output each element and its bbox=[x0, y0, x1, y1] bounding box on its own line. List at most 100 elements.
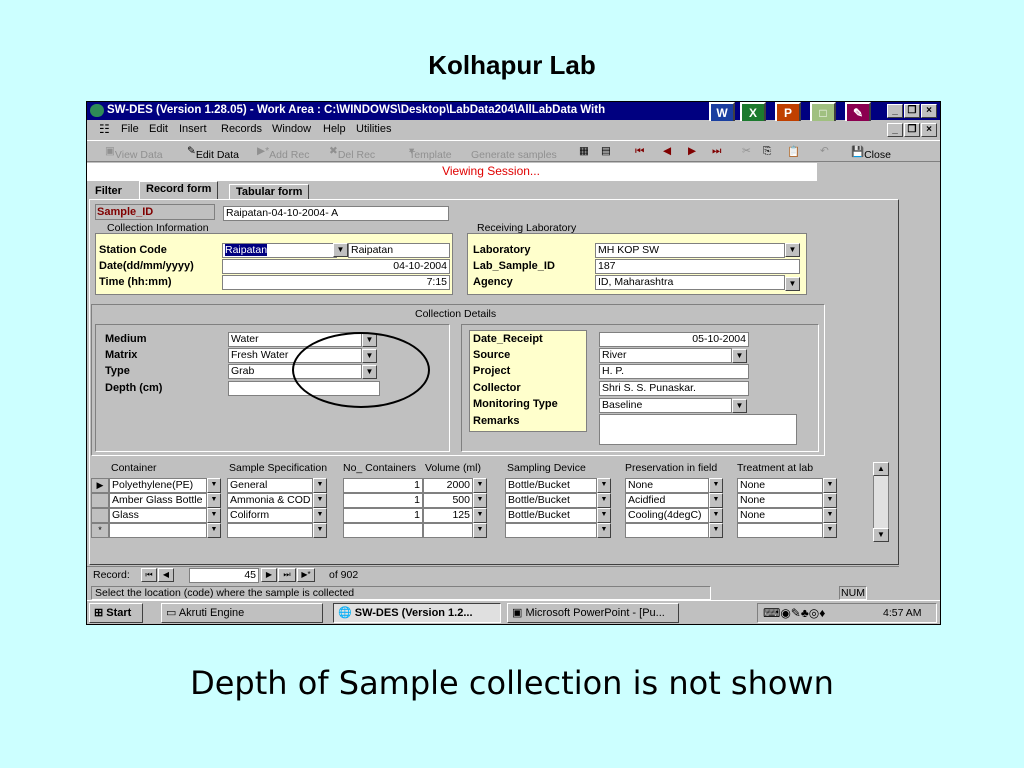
chevron-down-icon[interactable]: ▼ bbox=[597, 493, 611, 508]
source-dropdown-icon[interactable]: ▼ bbox=[732, 349, 747, 363]
chevron-down-icon[interactable]: ▼ bbox=[473, 478, 487, 493]
doc-minimize-icon[interactable]: _ bbox=[887, 123, 903, 137]
agency-field[interactable]: ID, Maharashtra bbox=[595, 275, 785, 290]
menu-insert[interactable]: Insert bbox=[179, 123, 207, 135]
grid-cell[interactable]: Bottle/Bucket bbox=[505, 493, 597, 508]
chevron-down-icon[interactable]: ▼ bbox=[597, 478, 611, 493]
source-field[interactable]: River bbox=[599, 348, 732, 363]
grid-cell[interactable]: None bbox=[737, 508, 823, 523]
view-data-button[interactable]: ▣ View Data bbox=[105, 145, 163, 161]
chevron-down-icon[interactable]: ▼ bbox=[207, 523, 221, 538]
station-code-field[interactable]: Raipatan bbox=[222, 243, 337, 258]
grid-cell[interactable] bbox=[227, 523, 313, 538]
close-icon[interactable]: × bbox=[921, 104, 937, 118]
grid-cell[interactable]: Glass bbox=[109, 508, 207, 523]
undo-icon[interactable]: ↶ bbox=[820, 145, 829, 157]
project-field[interactable]: H. P. bbox=[599, 364, 749, 379]
start-button[interactable]: ⊞ Start bbox=[89, 603, 143, 623]
chevron-down-icon[interactable]: ▼ bbox=[313, 493, 327, 508]
chevron-down-icon[interactable]: ▼ bbox=[709, 523, 723, 538]
copy-icon[interactable]: ⎘ bbox=[763, 145, 771, 158]
agency-dropdown-icon[interactable]: ▼ bbox=[785, 277, 800, 291]
grid-cell[interactable]: None bbox=[625, 478, 709, 493]
grid-cell[interactable]: Polyethylene(PE) bbox=[109, 478, 207, 493]
time-field[interactable]: 7:15 bbox=[222, 275, 450, 290]
grid-cell[interactable]: None bbox=[737, 493, 823, 508]
grid-cell[interactable]: 1 bbox=[343, 508, 423, 523]
chevron-down-icon[interactable]: ▼ bbox=[207, 508, 221, 523]
datasheet-view-icon[interactable]: ▤ bbox=[601, 145, 611, 157]
chevron-down-icon[interactable]: ▼ bbox=[823, 508, 837, 523]
cut-icon[interactable]: ✂ bbox=[742, 145, 751, 157]
grid-cell[interactable] bbox=[737, 523, 823, 538]
doc-restore-icon[interactable]: ❐ bbox=[904, 123, 920, 137]
grid-cell[interactable]: None bbox=[737, 478, 823, 493]
menu-file[interactable]: File bbox=[121, 123, 139, 135]
monitoring-type-field[interactable]: Baseline bbox=[599, 398, 732, 413]
chevron-down-icon[interactable]: ▼ bbox=[313, 478, 327, 493]
scroll-down-icon[interactable]: ▼ bbox=[873, 528, 889, 542]
paste-icon[interactable]: 📋 bbox=[787, 145, 800, 158]
edit-data-button[interactable]: ✎ Edit Data bbox=[187, 145, 239, 161]
next-record-icon[interactable]: ▶ bbox=[688, 145, 696, 157]
menu-window[interactable]: Window bbox=[272, 123, 311, 135]
grid-cell[interactable] bbox=[625, 523, 709, 538]
grid-cell[interactable]: 1 bbox=[343, 478, 423, 493]
chevron-down-icon[interactable]: ▼ bbox=[473, 508, 487, 523]
last-record-icon[interactable]: ⏭ bbox=[712, 145, 721, 158]
nav-new-icon[interactable]: ▶* bbox=[297, 568, 315, 582]
grid-cell[interactable]: 500 bbox=[423, 493, 473, 508]
row-selector[interactable]: ▶ bbox=[91, 478, 109, 493]
chevron-down-icon[interactable]: ▼ bbox=[823, 523, 837, 538]
chevron-down-icon[interactable]: ▼ bbox=[823, 493, 837, 508]
grid-cell[interactable] bbox=[505, 523, 597, 538]
chevron-down-icon[interactable]: ▼ bbox=[709, 493, 723, 508]
template-button[interactable]: Template ▾ bbox=[409, 145, 452, 161]
grid-cell[interactable]: 2000 bbox=[423, 478, 473, 493]
prev-record-icon[interactable]: ◀ bbox=[663, 145, 671, 157]
grid-cell[interactable] bbox=[109, 523, 207, 538]
row-selector[interactable] bbox=[91, 508, 109, 523]
grid-cell[interactable]: Bottle/Bucket bbox=[505, 478, 597, 493]
restore-icon[interactable]: ❐ bbox=[904, 104, 920, 118]
chevron-down-icon[interactable]: ▼ bbox=[207, 478, 221, 493]
collector-field[interactable]: Shri S. S. Punaskar. bbox=[599, 381, 749, 396]
chevron-down-icon[interactable]: ▼ bbox=[709, 478, 723, 493]
close-button[interactable]: 💾 Close bbox=[851, 145, 891, 161]
grid-cell[interactable]: Amber Glass Bottle bbox=[109, 493, 207, 508]
chevron-down-icon[interactable]: ▼ bbox=[313, 508, 327, 523]
grid-cell[interactable]: 1 bbox=[343, 493, 423, 508]
row-selector[interactable] bbox=[91, 493, 109, 508]
nav-last-icon[interactable]: ⏭ bbox=[278, 568, 296, 582]
grid-cell[interactable] bbox=[343, 523, 423, 538]
grid-cell[interactable]: Ammonia & COD bbox=[227, 493, 313, 508]
nav-first-icon[interactable]: ⏮ bbox=[141, 568, 157, 582]
del-rec-button[interactable]: ✖ Del Rec bbox=[329, 145, 375, 161]
laboratory-field[interactable]: MH KOP SW bbox=[595, 243, 785, 258]
menu-records[interactable]: Records bbox=[221, 123, 262, 135]
chevron-down-icon[interactable]: ▼ bbox=[473, 493, 487, 508]
taskbar-swdes[interactable]: 🌐 SW-DES (Version 1.2... bbox=[333, 603, 501, 623]
grid-cell[interactable]: Coliform bbox=[227, 508, 313, 523]
chevron-down-icon[interactable]: ▼ bbox=[313, 523, 327, 538]
add-rec-button[interactable]: ▶* Add Rec bbox=[257, 145, 309, 161]
row-selector[interactable]: * bbox=[91, 523, 109, 538]
taskbar-powerpoint[interactable]: ▣ Microsoft PowerPoint - [Pu... bbox=[507, 603, 679, 623]
date-field[interactable]: 04-10-2004 bbox=[222, 259, 450, 274]
doc-close-icon[interactable]: × bbox=[921, 123, 937, 137]
nav-prev-icon[interactable]: ◀ bbox=[158, 568, 174, 582]
tray-icons[interactable]: ⌨◉✎♣◎♦ bbox=[763, 606, 825, 620]
grid-cell[interactable]: 125 bbox=[423, 508, 473, 523]
taskbar-akruti[interactable]: ▭ Akruti Engine bbox=[161, 603, 323, 623]
chevron-down-icon[interactable]: ▼ bbox=[597, 523, 611, 538]
grid-cell[interactable] bbox=[423, 523, 473, 538]
grid-cell[interactable]: Cooling(4degC) bbox=[625, 508, 709, 523]
grid-cell[interactable]: Acidfied bbox=[625, 493, 709, 508]
date-receipt-field[interactable]: 05-10-2004 bbox=[599, 332, 749, 347]
chevron-down-icon[interactable]: ▼ bbox=[597, 508, 611, 523]
record-number-field[interactable]: 45 bbox=[189, 568, 259, 583]
chevron-down-icon[interactable]: ▼ bbox=[709, 508, 723, 523]
remarks-field[interactable] bbox=[599, 414, 797, 445]
tab-record-form[interactable]: Record form bbox=[139, 181, 219, 200]
menu-utilities[interactable]: Utilities bbox=[356, 123, 391, 135]
